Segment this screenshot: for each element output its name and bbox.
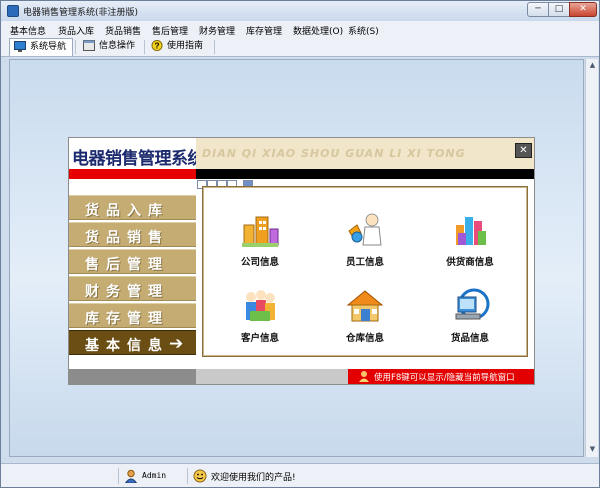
tab-separator xyxy=(214,40,215,54)
module-finance[interactable]: 财务管理 xyxy=(69,276,196,301)
menu-stock-in[interactable]: 货品入库 xyxy=(58,24,94,37)
employee-icon xyxy=(348,213,382,246)
tab-label: 信息操作 xyxy=(99,41,136,51)
window-icon xyxy=(83,40,95,51)
title-bar: 电器销售管理系统(非注册版) ─ □ ✕ xyxy=(1,1,599,21)
item-label: 货品信息 xyxy=(450,333,489,344)
module-label: 售后管理 xyxy=(85,257,169,273)
panel-header: 电器销售管理系统 xyxy=(69,138,205,169)
item-label: 员工信息 xyxy=(345,257,384,268)
module-basic-info[interactable]: 基本信息 ➔ xyxy=(69,330,196,355)
tab-separator xyxy=(144,40,145,54)
menu-finance[interactable]: 财务管理 xyxy=(199,24,235,37)
current-user: Admin xyxy=(142,471,167,480)
menu-data-processing[interactable]: 数据处理(O) xyxy=(293,24,343,37)
module-label: 货品销售 xyxy=(85,230,169,246)
panel-title: 电器销售管理系统 xyxy=(72,149,205,169)
tab-user-guide[interactable]: ? 使用指南 xyxy=(147,38,213,56)
item-employee-info[interactable]: 员工信息 xyxy=(320,211,410,268)
module-label: 货品入库 xyxy=(85,203,169,219)
item-customer-info[interactable]: 客户信息 xyxy=(215,287,305,344)
module-label: 基本信息 xyxy=(85,338,169,354)
module-label: 财务管理 xyxy=(85,284,169,300)
menu-inventory[interactable]: 库存管理 xyxy=(246,24,282,37)
panel-divider-red xyxy=(69,169,196,179)
tip-text: 使用F8键可以显示/隐藏当前导航窗口 xyxy=(374,373,515,383)
company-icon xyxy=(242,216,279,247)
app-window: 电器销售管理系统(非注册版) ─ □ ✕ 基本信息 货品入库 货品销售 售后管理… xyxy=(0,0,600,488)
minimize-button[interactable]: ─ xyxy=(527,2,549,17)
item-label: 供货商信息 xyxy=(446,257,494,268)
menu-basic-info[interactable]: 基本信息 xyxy=(10,24,46,37)
menu-after-sales[interactable]: 售后管理 xyxy=(152,24,188,37)
panel-footer-left xyxy=(69,369,196,384)
supplier-icon xyxy=(456,217,486,245)
module-items-area: 公司信息 员工信息 供货商信息 客户信息 仓库信息 货品信息 xyxy=(202,186,528,357)
module-menu: 货品入库 货品销售 售后管理 财务管理 库存管理 基本信息 ➔ xyxy=(69,179,196,369)
menu-system[interactable]: 系统(S) xyxy=(348,24,379,37)
maximize-button[interactable]: □ xyxy=(548,2,570,17)
item-company-info[interactable]: 公司信息 xyxy=(215,211,305,268)
svg-text:?: ? xyxy=(154,42,159,51)
status-bar: Admin 欢迎使用我们的产品! xyxy=(1,463,599,487)
panel-footer-tip: 使用F8键可以显示/隐藏当前导航窗口 xyxy=(348,369,534,384)
help-icon: ? xyxy=(151,40,163,51)
arrow-right-icon: ➔ xyxy=(169,334,184,354)
scroll-up-icon[interactable]: ▲ xyxy=(588,61,597,69)
menu-bar: 基本信息 货品入库 货品销售 售后管理 财务管理 库存管理 数据处理(O) 系统… xyxy=(1,21,599,37)
user-icon xyxy=(124,469,138,483)
menu-sales[interactable]: 货品销售 xyxy=(105,24,141,37)
monitor-icon xyxy=(14,41,26,52)
pinyin-subtitle: DIAN QI XIAO SHOU GUAN LI XI TONG xyxy=(202,147,466,160)
panel-divider-black xyxy=(196,169,534,179)
module-label: 库存管理 xyxy=(85,311,169,327)
tab-system-navigation[interactable]: 系统导航 xyxy=(9,38,73,56)
customer-icon xyxy=(246,290,275,321)
product-icon xyxy=(455,288,490,320)
item-label: 公司信息 xyxy=(240,257,279,268)
module-after-sales[interactable]: 售后管理 xyxy=(69,249,196,274)
tab-label: 使用指南 xyxy=(167,41,204,51)
status-separator xyxy=(187,468,188,484)
item-label: 客户信息 xyxy=(240,333,279,344)
item-supplier-info[interactable]: 供货商信息 xyxy=(425,211,515,268)
tab-separator xyxy=(75,40,76,54)
module-inventory[interactable]: 库存管理 xyxy=(69,303,196,328)
close-button[interactable]: ✕ xyxy=(569,2,597,17)
item-warehouse-info[interactable]: 仓库信息 xyxy=(320,287,410,344)
panel-footer-mid xyxy=(196,369,348,384)
tab-info-operation[interactable]: 信息操作 xyxy=(79,38,143,56)
user-tip-icon xyxy=(359,371,369,382)
tab-bar: 系统导航 信息操作 ? 使用指南 xyxy=(1,37,599,57)
app-icon xyxy=(7,5,19,17)
panel-close-button[interactable]: ✕ xyxy=(515,143,532,158)
vertical-scrollbar[interactable]: ▲ ▼ xyxy=(585,59,598,457)
navigation-panel: 电器销售管理系统 DIAN QI XIAO SHOU GUAN LI XI TO… xyxy=(68,137,535,385)
status-message: 欢迎使用我们的产品! xyxy=(211,473,296,483)
module-sales[interactable]: 货品销售 xyxy=(69,222,196,247)
item-label: 仓库信息 xyxy=(345,333,384,344)
module-stock-in[interactable]: 货品入库 xyxy=(69,195,196,220)
window-title: 电器销售管理系统(非注册版) xyxy=(23,8,139,18)
smiley-icon xyxy=(193,469,207,483)
status-separator xyxy=(118,468,119,484)
panel-header-banner: DIAN QI XIAO SHOU GUAN LI XI TONG ✕ xyxy=(196,138,534,169)
warehouse-icon xyxy=(346,290,384,322)
item-product-info[interactable]: 货品信息 xyxy=(425,287,515,344)
scroll-down-icon[interactable]: ▼ xyxy=(588,445,597,453)
tab-label: 系统导航 xyxy=(30,42,67,52)
